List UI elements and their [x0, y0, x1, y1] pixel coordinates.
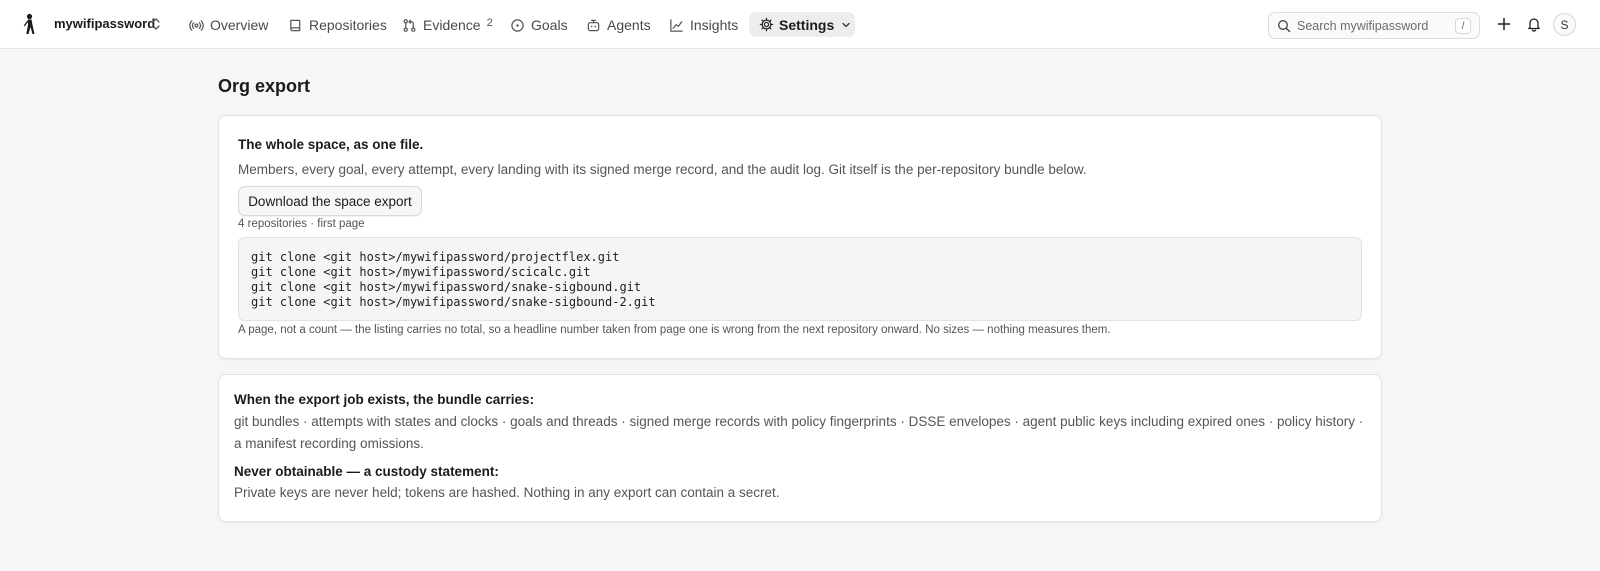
search-box[interactable]: /: [1268, 12, 1480, 39]
listing-note: A page, not a count — the listing carrie…: [238, 324, 1111, 336]
nav-agents-label: Agents: [607, 17, 651, 33]
nav-settings-label: Settings: [779, 16, 835, 33]
gear-icon: [759, 17, 774, 32]
nav-settings[interactable]: Settings: [749, 12, 855, 37]
export-heading: The whole space, as one file.: [238, 137, 424, 152]
book-icon: [290, 19, 301, 31]
evidence-count-badge: 2: [486, 17, 493, 29]
nav-insights[interactable]: Insights: [669, 13, 738, 37]
clone-line: git clone <git host>/mywifipassword/proj…: [251, 250, 620, 264]
nav-evidence[interactable]: Evidence 2: [402, 13, 493, 37]
bundle-carries-text: git bundles · attempts with states and c…: [234, 414, 1364, 451]
search-input[interactable]: [1297, 18, 1447, 33]
nav-repositories-label: Repositories: [309, 17, 387, 33]
git-clone-code-block[interactable]: git clone <git host>/mywifipassword/proj…: [238, 237, 1362, 321]
chevron-down-icon: [842, 22, 850, 27]
export-description: Members, every goal, every attempt, ever…: [238, 162, 1087, 177]
broadcast-icon: [189, 19, 204, 31]
clone-line: git clone <git host>/mywifipassword/snak…: [251, 280, 642, 294]
nav-overview-label: Overview: [210, 17, 269, 33]
graph-icon: [670, 18, 683, 32]
nav-overview[interactable]: Overview: [189, 13, 268, 37]
download-space-export-button[interactable]: Download the space export: [238, 186, 422, 216]
penguin-logo-icon[interactable]: [20, 13, 38, 37]
clone-line: git clone <git host>/mywifipassword/snak…: [251, 295, 656, 309]
nav-goals[interactable]: Goals: [510, 13, 568, 37]
git-pull-request-icon: [403, 18, 416, 32]
search-icon: [1278, 19, 1291, 32]
page-title: Org export: [218, 76, 311, 96]
bundle-contents-card: When the export job exists, the bundle c…: [218, 374, 1382, 522]
nav-goals-label: Goals: [531, 17, 568, 33]
space-export-card: The whole space, as one file. Members, e…: [218, 115, 1382, 359]
user-avatar[interactable]: S: [1553, 13, 1576, 36]
org-name[interactable]: mywifipassword: [54, 16, 155, 31]
search-shortcut-key: /: [1455, 18, 1471, 34]
custody-text: Private keys are never held; tokens are …: [234, 485, 780, 500]
chevron-up-down-icon[interactable]: [150, 17, 162, 31]
clone-line: git clone <git host>/mywifipassword/scic…: [251, 265, 591, 279]
repository-count-meta: 4 repositories · first page: [238, 218, 365, 230]
top-navigation: mywifipassword Overview Repositories Evi…: [0, 0, 1600, 49]
nav-evidence-label: Evidence: [423, 17, 481, 33]
robot-icon: [587, 19, 600, 31]
nav-insights-label: Insights: [690, 17, 739, 33]
nav-repositories[interactable]: Repositories: [288, 13, 387, 37]
custody-heading: Never obtainable — a custody statement:: [234, 464, 499, 479]
bell-icon[interactable]: [1526, 16, 1542, 32]
nav-agents[interactable]: Agents: [586, 13, 651, 37]
issue-circle-icon: [511, 18, 524, 32]
plus-icon[interactable]: [1496, 16, 1512, 32]
bundle-carries-heading: When the export job exists, the bundle c…: [234, 392, 535, 407]
